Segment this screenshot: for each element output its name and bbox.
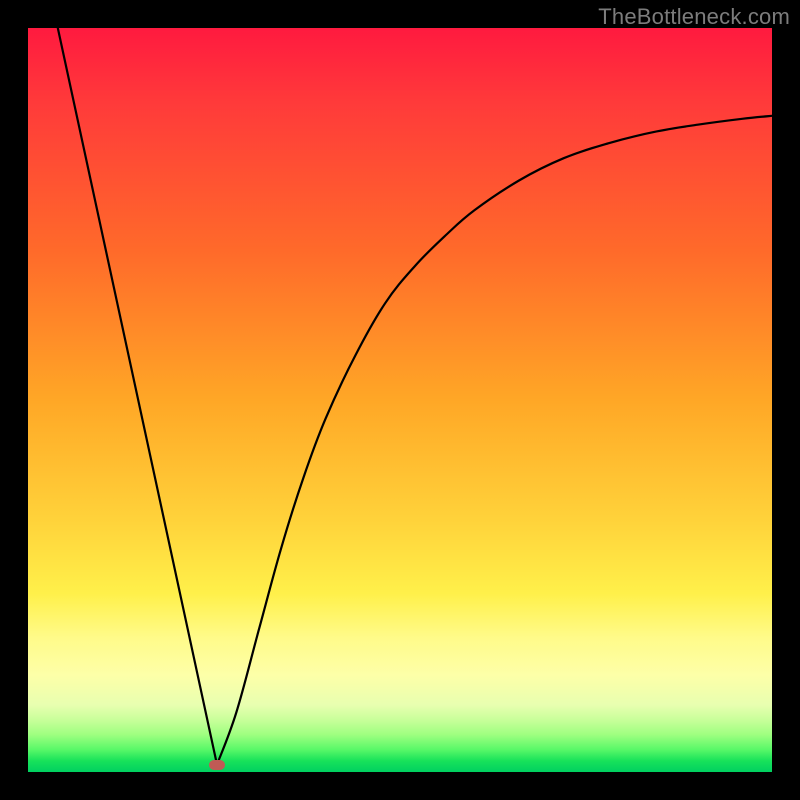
- curve-right-branch: [217, 116, 772, 765]
- vertex-marker: [209, 760, 225, 770]
- chart-curve-layer: [28, 28, 772, 772]
- chart-frame: TheBottleneck.com: [0, 0, 800, 800]
- watermark-text: TheBottleneck.com: [598, 4, 790, 30]
- curve-left-branch: [58, 28, 217, 765]
- chart-plot-area: [28, 28, 772, 772]
